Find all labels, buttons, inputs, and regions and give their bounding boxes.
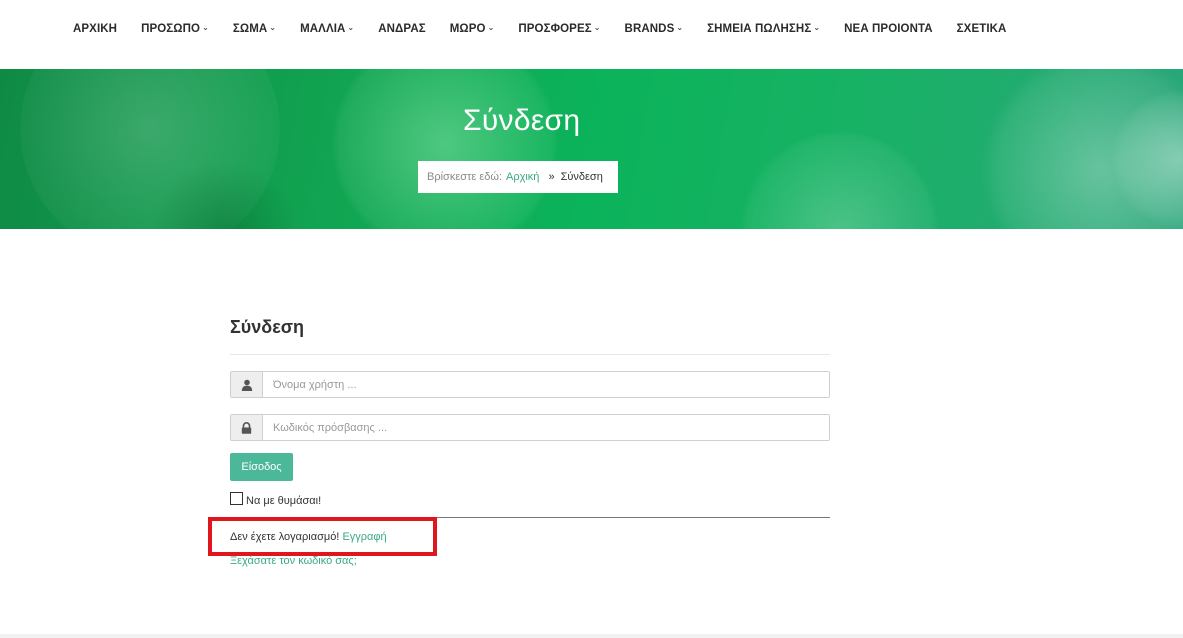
nav-item[interactable]: ΝΕΑ ΠΡΟΙΟΝΤΑ: [844, 23, 933, 35]
nav-item-label: ΣΧΕΤΙΚΑ: [956, 23, 1007, 35]
login-form-title: Σύνδεση: [230, 317, 305, 337]
nav-item-label: ΜΩΡΟ: [449, 23, 486, 35]
chevron-down-icon: ⌄: [593, 23, 601, 32]
title-divider: [230, 354, 830, 355]
breadcrumb-separator-icon: »: [548, 171, 555, 183]
password-field-group: [230, 414, 830, 441]
username-input[interactable]: [263, 372, 829, 397]
register-prompt: Δεν έχετε λογαριασμό! Εγγραφή: [230, 531, 387, 543]
chevron-down-icon: ⌄: [813, 23, 821, 32]
nav-item[interactable]: ΑΝΔΡΑΣ: [378, 23, 426, 35]
password-input[interactable]: [263, 415, 829, 440]
bokeh-decoration: [740, 129, 940, 229]
nav-item[interactable]: ΜΑΛΛΙΑ ⌄: [300, 23, 354, 35]
nav-item-label: ΑΡΧΙΚΗ: [73, 23, 118, 35]
lock-icon: [231, 415, 263, 440]
bokeh-decoration: [330, 69, 560, 229]
no-account-text: Δεν έχετε λογαριασμό!: [230, 531, 340, 543]
chevron-down-icon: ⌄: [487, 23, 495, 32]
nav-item-label: ΑΝΔΡΑΣ: [378, 23, 426, 35]
user-icon: [231, 372, 263, 397]
nav-item-label: ΜΑΛΛΙΑ: [300, 23, 346, 35]
breadcrumb-home-link[interactable]: Αρχική: [506, 171, 539, 183]
remember-me-label: Να με θυμάσαι!: [246, 495, 322, 507]
nav-item[interactable]: ΜΩΡΟ ⌄: [450, 23, 495, 35]
username-field-group: [230, 371, 830, 398]
login-button[interactable]: Είσοδος: [230, 453, 293, 481]
nav-item-label: BRANDS: [624, 23, 675, 35]
register-link[interactable]: Εγγραφή: [342, 531, 386, 543]
breadcrumb: Βρίσκεστε εδώ: Αρχική » Σύνδεση: [418, 161, 618, 193]
footer-divider: [0, 634, 1183, 638]
nav-item-label: ΣΩΜΑ: [232, 23, 268, 35]
chevron-down-icon: ⌄: [202, 23, 209, 32]
forgot-password-link[interactable]: Ξεχάσατε τον κωδικό σας;: [230, 555, 357, 567]
remember-me[interactable]: Να με θυμάσαι!: [230, 492, 321, 507]
nav-menu: ΑΡΧΙΚΗ ΠΡΟΣΩΠΟ ⌄ ΣΩΜΑ ⌄ ΜΑΛΛΙΑ ⌄ ΑΝΔΡΑΣ ΜΩΡΟ ⌄ ΠΡΟ…: [73, 0, 1030, 58]
chevron-down-icon: ⌄: [347, 23, 355, 32]
chevron-down-icon: ⌄: [676, 23, 684, 32]
nav-item-label: ΠΡΟΣΦΟΡΕΣ: [518, 23, 592, 35]
nav-item[interactable]: ΣΩΜΑ ⌄: [233, 23, 276, 35]
nav-item[interactable]: ΣΗΜΕΙΑ ΠΩΛΗΣΗΣ ⌄: [707, 23, 820, 35]
nav-item[interactable]: BRANDS ⌄: [625, 23, 684, 35]
breadcrumb-prefix: Βρίσκεστε εδώ:: [427, 171, 502, 183]
remember-me-checkbox[interactable]: [230, 492, 243, 505]
nav-item-label: ΠΡΟΣΩΠΟ: [141, 23, 201, 35]
page-header-banner: Σύνδεση Βρίσκεστε εδώ: Αρχική » Σύνδεση: [0, 69, 1183, 229]
breadcrumb-current: Σύνδεση: [560, 171, 603, 183]
chevron-down-icon: ⌄: [269, 23, 277, 32]
nav-item-label: ΣΗΜΕΙΑ ΠΩΛΗΣΗΣ: [707, 23, 812, 35]
nav-item[interactable]: ΠΡΟΣΦΟΡΕΣ ⌄: [518, 23, 600, 35]
nav-item-label: ΝΕΑ ΠΡΟΙΟΝΤΑ: [844, 23, 933, 35]
nav-item[interactable]: ΣΧΕΤΙΚΑ: [957, 23, 1007, 35]
page-title: Σύνδεση: [463, 104, 581, 137]
nav-item[interactable]: ΠΡΟΣΩΠΟ ⌄: [141, 23, 209, 35]
main-nav: ΑΡΧΙΚΗ ΠΡΟΣΩΠΟ ⌄ ΣΩΜΑ ⌄ ΜΑΛΛΙΑ ⌄ ΑΝΔΡΑΣ ΜΩΡΟ ⌄ ΠΡΟ…: [0, 0, 1183, 69]
nav-item[interactable]: ΑΡΧΙΚΗ: [73, 23, 117, 35]
